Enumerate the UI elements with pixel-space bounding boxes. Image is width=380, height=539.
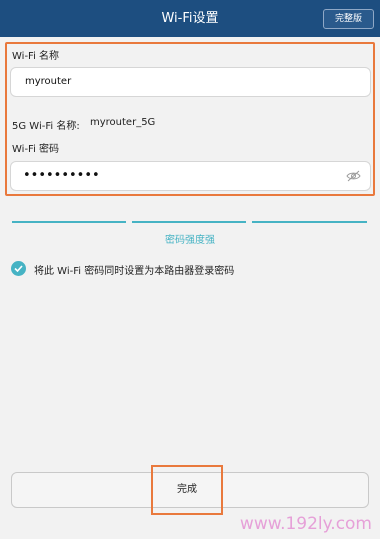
strength-bar-3 [252, 221, 367, 223]
wifi-name-field[interactable]: myrouter [10, 67, 371, 97]
strength-bar-1 [12, 221, 126, 223]
wifi-name-value: myrouter [25, 76, 72, 87]
wifi-password-field[interactable]: •••••••••• [10, 161, 371, 191]
wifi-password-label: Wi-Fi 密码 [12, 144, 60, 155]
eye-hidden-icon[interactable] [346, 170, 361, 182]
checkmark-icon [14, 265, 23, 272]
set-admin-password-checkbox[interactable] [11, 261, 26, 276]
set-admin-password-label: 将此 Wi-Fi 密码同时设置为本路由器登录密码 [34, 266, 235, 277]
full-version-button[interactable]: 完整版 [323, 9, 374, 29]
watermark-text: www.192ly.com [239, 514, 372, 534]
wifi-5g-name-label: 5G Wi-Fi 名称: [12, 121, 80, 132]
wifi-5g-name-value: myrouter_5G [90, 117, 156, 128]
wifi-password-value: •••••••••• [23, 168, 100, 183]
done-button-label[interactable]: 完成 [151, 465, 223, 515]
strength-bar-2 [132, 221, 246, 223]
wifi-name-label: Wi-Fi 名称 [12, 51, 60, 62]
password-strength-label: 密码强度强 [165, 235, 215, 246]
